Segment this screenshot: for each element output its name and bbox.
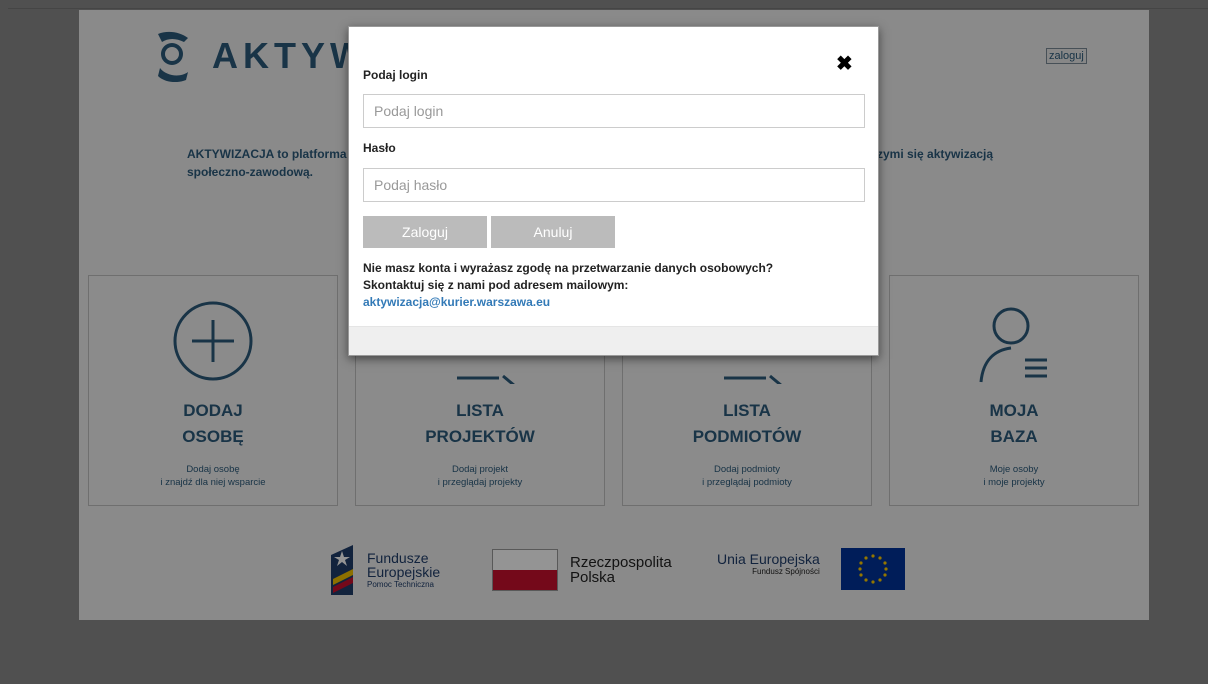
- note-line-2: Skontaktuj się z nami pod adresem mailow…: [363, 278, 629, 292]
- cancel-button[interactable]: Anuluj: [491, 216, 615, 248]
- close-icon[interactable]: ✖: [836, 51, 853, 76]
- note-line-1: Nie masz konta i wyrażasz zgodę na przet…: [363, 261, 774, 275]
- email-link[interactable]: aktywizacja@kurier.warszawa.eu: [363, 295, 550, 309]
- signup-note: Nie masz konta i wyrażasz zgodę na przet…: [363, 260, 773, 311]
- password-label: Hasło: [363, 141, 396, 155]
- modal-footer: [349, 326, 878, 355]
- login-input[interactable]: [363, 94, 865, 128]
- login-label: Podaj login: [363, 68, 428, 82]
- login-modal: ✖ Podaj login Hasło Zaloguj Anuluj Nie m…: [348, 26, 879, 356]
- login-button[interactable]: Zaloguj: [363, 216, 487, 248]
- password-input[interactable]: [363, 168, 865, 202]
